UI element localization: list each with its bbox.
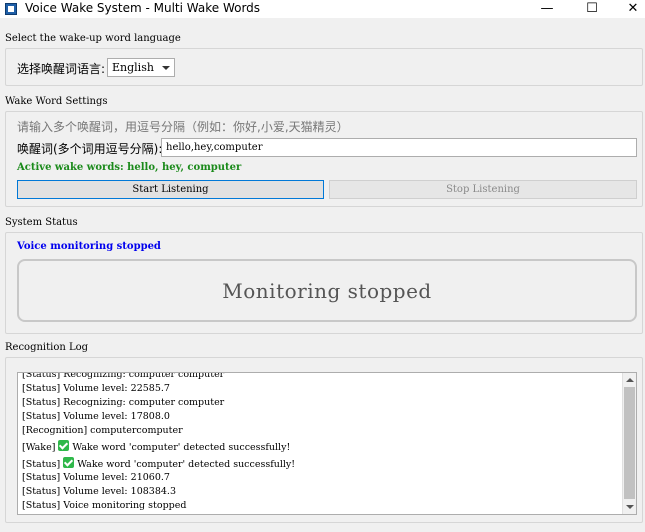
- window-title: Voice Wake System - Multi Wake Words: [25, 1, 261, 15]
- app-icon: [5, 3, 17, 15]
- close-button[interactable]: ✕: [610, 0, 645, 18]
- scroll-down-icon[interactable]: [626, 505, 634, 509]
- minimize-button[interactable]: —: [524, 0, 570, 18]
- log-line: [Status] Wake word 'computer' detected su…: [22, 457, 295, 470]
- scroll-thumb[interactable]: [624, 387, 635, 499]
- log-line: [Status] Volume level: 17808.0: [22, 411, 170, 422]
- wake-words-hint: 请输入多个唤醒词，用逗号分隔（例如：你好,小爱,天猫精灵）: [17, 120, 349, 134]
- log-prefix: [Wake]: [22, 442, 56, 453]
- log-line: [Status] Volume level: 22585.7: [22, 383, 170, 394]
- main-panel: Select the wake-up word language 选择唤醒词语言…: [0, 18, 645, 532]
- monitor-status-text: Monitoring stopped: [222, 278, 432, 303]
- monitor-status-box: Monitoring stopped: [17, 259, 637, 322]
- language-group: 选择唤醒词语言: English: [5, 48, 643, 86]
- log-line: [Wake] Wake word 'computer' detected succ…: [22, 440, 290, 453]
- log-section-title: Recognition Log: [5, 342, 89, 353]
- log-message: Wake word 'computer' detected successful…: [72, 442, 291, 453]
- language-section-title: Select the wake-up word language: [5, 33, 181, 44]
- chevron-down-icon: [162, 66, 170, 70]
- title-bar: Voice Wake System - Multi Wake Words — ☐…: [0, 0, 645, 18]
- start-listening-button[interactable]: Start Listening: [17, 180, 324, 199]
- check-icon: [63, 457, 75, 468]
- wake-words-input-label: 唤醒词(多个词用逗号分隔):: [17, 142, 163, 156]
- voice-status-text: Voice monitoring stopped: [17, 241, 161, 252]
- language-select-value: English: [112, 61, 154, 74]
- recognition-log[interactable]: [Status] Recognizing: computer computer …: [17, 372, 637, 515]
- system-status-group: Voice monitoring stopped Monitoring stop…: [5, 232, 643, 334]
- log-group: [Status] Recognizing: computer computer …: [5, 357, 643, 523]
- stop-listening-button[interactable]: Stop Listening: [329, 180, 637, 199]
- log-line: [Status] Voice monitoring stopped: [22, 500, 187, 511]
- wake-words-input[interactable]: hello,hey,computer: [161, 138, 637, 157]
- check-icon: [58, 440, 70, 451]
- log-line: [Recognition] computercomputer: [22, 425, 183, 436]
- log-line: [Status] Volume level: 21060.7: [22, 472, 170, 483]
- wake-settings-section-title: Wake Word Settings: [5, 96, 108, 107]
- maximize-button[interactable]: ☐: [569, 0, 615, 18]
- log-line: [Status] Recognizing: computer computer: [22, 372, 225, 380]
- wake-settings-group: 请输入多个唤醒词，用逗号分隔（例如：你好,小爱,天猫精灵） 唤醒词(多个词用逗号…: [5, 111, 643, 207]
- log-line: [Status] Recognizing: computer computer: [22, 397, 225, 408]
- log-line: [Status] Volume level: 108384.3: [22, 486, 176, 497]
- language-label: 选择唤醒词语言:: [17, 62, 106, 76]
- scroll-up-icon[interactable]: [626, 378, 634, 382]
- log-prefix: [Status]: [22, 459, 61, 470]
- active-wake-words: Active wake words: hello, hey, computer: [17, 162, 242, 173]
- log-scrollbar[interactable]: [622, 373, 636, 514]
- language-select[interactable]: English: [107, 58, 175, 77]
- system-status-section-title: System Status: [5, 217, 78, 228]
- log-message: Wake word 'computer' detected successful…: [77, 459, 296, 470]
